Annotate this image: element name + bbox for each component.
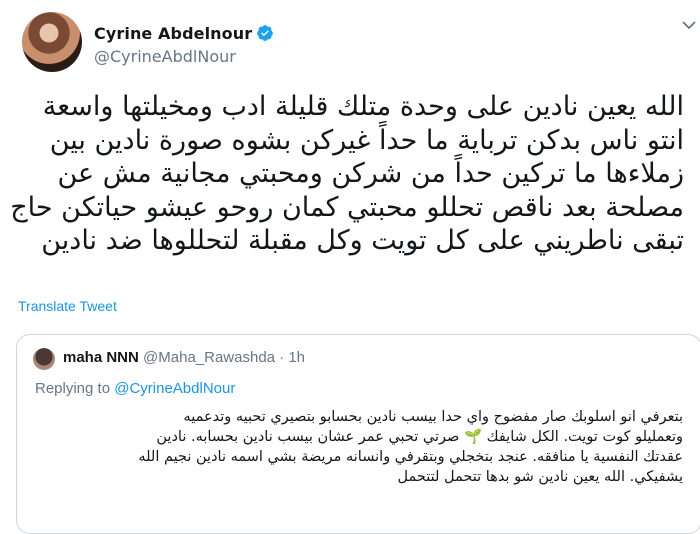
verified-badge-icon (257, 25, 274, 41)
quoted-separator: · (279, 349, 285, 366)
quoted-timestamp: 1h (288, 349, 306, 366)
tweet-text: الله يعين نادين على وحدة متلك قليلة ادب … (10, 91, 684, 256)
replying-mention[interactable]: @CyrineAbdlNour (114, 380, 235, 397)
profile-avatar[interactable] (22, 12, 82, 72)
tweet-header: Cyrine Abdelnour @CyrineAbdlNour (94, 24, 274, 66)
quoted-avatar (33, 348, 55, 370)
quoted-tweet-text: بتعرفي انو اسلوبك صار مفضوح واي حدا بيسب… (138, 409, 683, 485)
author-handle[interactable]: @CyrineAbdlNour (94, 47, 274, 66)
translate-tweet-link[interactable]: Translate Tweet (18, 298, 117, 314)
quoted-handle: @Maha_Rawashda (143, 349, 275, 366)
quoted-display-name: maha NNN (63, 349, 139, 366)
replying-to: Replying to @CyrineAbdlNour (35, 380, 235, 397)
quoted-tweet[interactable]: maha NNN @Maha_Rawashda · 1h Replying to… (16, 334, 700, 534)
author-display-name[interactable]: Cyrine Abdelnour (94, 24, 252, 43)
quoted-header: maha NNN @Maha_Rawashda · 1h (63, 349, 305, 366)
replying-prefix: Replying to (35, 380, 111, 397)
chevron-down-icon[interactable] (682, 20, 696, 30)
